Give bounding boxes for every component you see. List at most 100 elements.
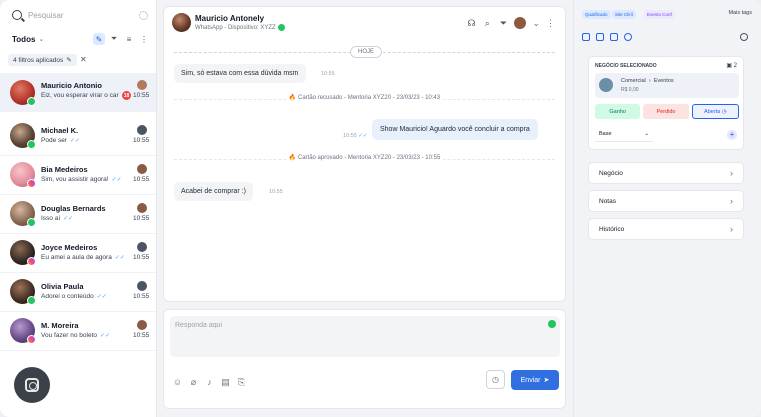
agent-avatar [137, 203, 147, 213]
search-icon[interactable]: ⌕ [482, 18, 492, 28]
conversation-item[interactable]: Olivia Paula Adorei o conteúdo ✓✓ 10:55 [0, 273, 156, 312]
agent-avatar[interactable] [514, 17, 527, 29]
agent-avatar [137, 281, 147, 291]
tag[interactable]: Qualificado [582, 10, 611, 19]
section-notas[interactable]: Notas › [588, 190, 744, 212]
reply-input[interactable]: Responda aqui [170, 316, 560, 357]
message-time: 10:55 [133, 254, 150, 261]
section-negocio[interactable]: Negócio › [588, 162, 744, 184]
read-ticks-icon: ✓✓ [100, 333, 111, 339]
more-vertical-icon[interactable]: ⋮ [546, 18, 555, 29]
message-time: 10:55 [133, 137, 150, 144]
add-deal-button[interactable]: + [727, 130, 737, 140]
tags-row: Qualificado Site Cliril Evento Conf Mais… [582, 10, 758, 20]
more-tags-link[interactable]: Mais tags [728, 10, 752, 16]
conversation-item[interactable]: Michael K. Pode ser ✓✓ 10:55 [0, 117, 156, 156]
more-vertical-icon[interactable]: ⋮ [138, 33, 150, 45]
paper-plane-icon: ➤ [543, 377, 550, 384]
message-composer: Responda aqui ☺ ⌀ ♪ ▤ ⎘ ◷ Enviar ➤ [163, 309, 566, 409]
agent-avatar [137, 125, 147, 135]
search-icon [12, 10, 22, 20]
conversation-item[interactable]: Joyce Medeiros Eu amei a aula de agora ✓✓… [0, 234, 156, 273]
chevron-down-icon: ⌄ [644, 131, 649, 137]
user-settings-icon[interactable] [740, 33, 748, 41]
funnel-filter-icon[interactable]: ⏷ [498, 18, 508, 28]
funnel-filter-icon[interactable]: ⏷ [108, 33, 120, 45]
contact-name: Mauricio Antonio [41, 81, 102, 90]
lost-button[interactable]: Perdido [643, 104, 689, 119]
open-button[interactable]: Aberta ◷ [691, 104, 739, 119]
clock-icon: ◷ [721, 108, 727, 115]
deal-row[interactable]: Comercial › Eventos R$ 0,00 [595, 73, 739, 98]
read-ticks-icon: ✓✓ [70, 138, 81, 144]
flame-icon: 🔥 [288, 155, 297, 161]
section-label: Histórico [599, 226, 625, 233]
attachment-icon[interactable]: ⌀ [188, 377, 199, 388]
message-preview: Isso aí ✓✓ [41, 215, 74, 222]
agent-avatar [137, 320, 147, 330]
history-icon[interactable] [624, 33, 632, 41]
alarm-icon[interactable] [610, 33, 618, 41]
whatsapp-icon [277, 24, 285, 31]
filter-dropdown[interactable]: Todos [12, 35, 35, 44]
pipeline-select[interactable]: Base ⌄ [595, 128, 653, 142]
camera-lens-button[interactable] [14, 367, 50, 403]
agent-avatar [137, 242, 147, 252]
conversation-item[interactable]: Mauricio Antonio Eiz, vou esperar virar … [0, 73, 156, 112]
conversation-item[interactable]: Bia Medeiros Sim, vou assistir agora! ✓✓ … [0, 156, 156, 195]
search-input[interactable]: Pesquisar [28, 11, 139, 20]
chevron-right-icon: › [730, 196, 733, 206]
instagram-icon [27, 179, 36, 188]
reply-placeholder: Responda aqui [175, 322, 223, 329]
headset-icon[interactable]: ☊ [466, 18, 476, 28]
deal-value: R$ 0,00 [621, 87, 639, 93]
quick-reply-icon[interactable]: ⎘ [236, 377, 247, 388]
template-icon[interactable]: ▤ [220, 377, 231, 388]
contact-name[interactable]: Mauricio Antonely [195, 14, 264, 23]
chevron-down-icon[interactable]: ⌄ [532, 18, 540, 29]
conversation-item[interactable]: Douglas Bernards Isso aí ✓✓ 10:55 [0, 195, 156, 234]
incoming-message: Sim, só estava com essa dúvida msm [174, 64, 306, 83]
message-preview: Pode ser ✓✓ [41, 137, 81, 144]
search-bar[interactable]: Pesquisar [12, 8, 148, 22]
deal-status-actions: Ganho Perdido Aberta ◷ [595, 104, 739, 119]
clock-icon: ◷ [492, 375, 499, 384]
tag[interactable]: Evento Conf [644, 10, 675, 19]
microphone-icon[interactable]: ♪ [204, 377, 215, 388]
clear-filters-icon[interactable]: ✕ [80, 54, 87, 66]
section-historico[interactable]: Histórico › [588, 218, 744, 240]
system-event: 🔥 Cartão recusado - Mentoria XYZ20 - 23/… [174, 93, 555, 105]
applied-filters-label: 4 filtros aplicados [13, 56, 64, 64]
read-ticks-icon: ✓✓ [114, 255, 125, 261]
deal-title: NEGÓCIO SELECIONADO [595, 63, 657, 69]
whatsapp-icon [27, 97, 36, 106]
contact-name: Olivia Paula [41, 282, 84, 291]
message-time: 10:55 [133, 215, 150, 222]
schedule-button[interactable]: ◷ [486, 370, 505, 389]
won-button[interactable]: Ganho [595, 104, 641, 119]
flame-icon: 🔥 [288, 95, 297, 101]
chevron-down-icon[interactable]: ⌄ [38, 35, 44, 43]
agent-avatar [137, 80, 147, 90]
contact-name: M. Moreira [41, 321, 79, 330]
deal-count: ▣ 2 [726, 63, 737, 69]
applied-filters-chip[interactable]: 4 filtros aplicados ✎ [8, 54, 77, 66]
read-ticks-icon: ✓✓ [358, 133, 368, 139]
day-separator: HOJE [174, 46, 555, 58]
edit-icon[interactable]: ✎ [93, 33, 105, 45]
tag[interactable]: Site Cliril [612, 10, 636, 19]
sort-icon[interactable]: ≡ [123, 33, 135, 45]
contact-avatar[interactable] [172, 13, 191, 32]
settings-icon[interactable] [139, 10, 148, 20]
camera-icon [25, 378, 39, 392]
filter-row: Todos ⌄ ✎ ⏷ ≡ ⋮ [12, 32, 150, 46]
message-preview: Sim, vou assistir agora! ✓✓ [41, 176, 122, 183]
mail-icon[interactable] [596, 33, 604, 41]
calendar-icon[interactable] [582, 33, 590, 41]
message-time: 10:55 [133, 92, 150, 99]
emoji-icon[interactable]: ☺ [172, 377, 183, 388]
send-button[interactable]: Enviar ➤ [511, 370, 559, 390]
message-preview: Eu amei a aula de agora ✓✓ [41, 254, 125, 261]
message-preview: Adorei o conteúdo ✓✓ [41, 293, 107, 300]
conversation-item[interactable]: M. Moreira Vou fazer no boleto ✓✓ 10:55 [0, 312, 156, 351]
